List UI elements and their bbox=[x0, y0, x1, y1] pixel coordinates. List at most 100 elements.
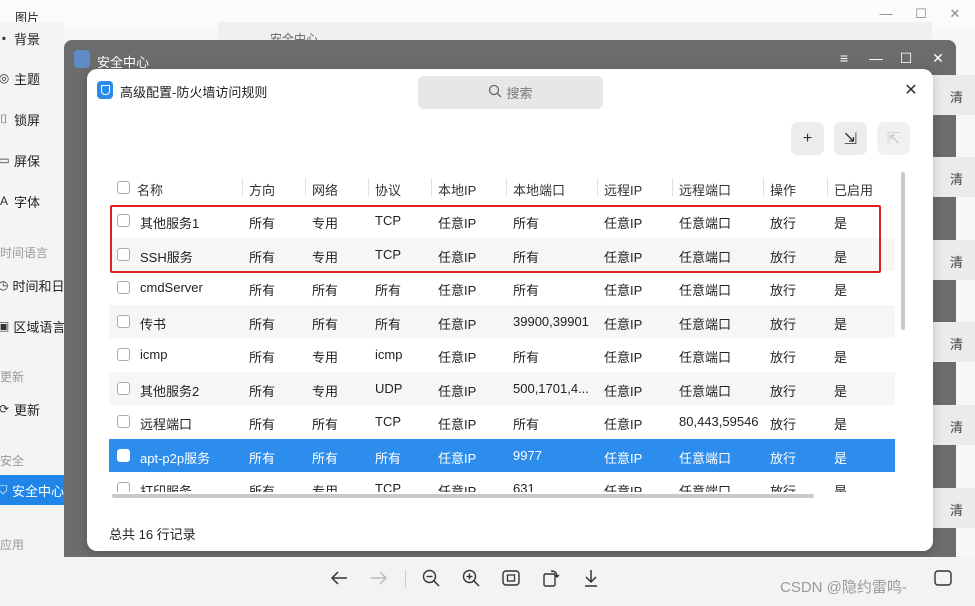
sidebar-item-theme[interactable]: ◎ 主题 bbox=[0, 63, 64, 93]
cell-direction: 所有 bbox=[249, 484, 276, 492]
bg-row-strip: 清 bbox=[932, 488, 975, 528]
table-row[interactable]: 打印服务 所有 专用 TCP 任意IP 631 任意IP 任意端口 放行 是 bbox=[109, 472, 895, 492]
update-icon: ⟳ bbox=[0, 402, 10, 416]
row-checkbox[interactable] bbox=[117, 314, 130, 328]
import-button[interactable]: ⇲ bbox=[834, 122, 867, 155]
close-icon[interactable]: ✕ bbox=[930, 50, 946, 66]
cell-remote-ip: 任意IP bbox=[604, 350, 643, 365]
table-row[interactable]: apt-p2p服务 所有 所有 所有 任意IP 9977 任意IP 任意端口 放行 是 bbox=[109, 438, 895, 472]
cell-network: 所有 bbox=[312, 417, 339, 432]
cell-remote-ip: 任意IP bbox=[604, 316, 643, 332]
row-checkbox[interactable] bbox=[117, 381, 130, 395]
cell-remote-port: 80,443,59546 bbox=[679, 414, 759, 429]
table-row[interactable]: 远程端口 所有 所有 TCP 任意IP 所有 任意IP 80,443,59546 放行 是 bbox=[109, 405, 895, 438]
minimize-icon[interactable]: — bbox=[868, 50, 884, 66]
column-header[interactable]: 本地IP bbox=[438, 180, 476, 199]
cell-protocol: icmp bbox=[375, 347, 403, 362]
vertical-scrollbar[interactable] bbox=[901, 172, 905, 330]
row-checkbox[interactable] bbox=[117, 448, 130, 462]
column-header[interactable]: 远程IP bbox=[604, 180, 642, 199]
row-checkbox[interactable] bbox=[117, 482, 130, 492]
column-divider bbox=[242, 178, 243, 196]
search-input[interactable]: 搜索 bbox=[418, 76, 603, 109]
column-header[interactable]: 方向 bbox=[249, 180, 275, 199]
add-rule-button[interactable]: + bbox=[791, 122, 824, 155]
cell-action: 放行 bbox=[770, 484, 797, 492]
cell-remote-ip: 任意IP bbox=[604, 484, 643, 492]
cell-enabled: 是 bbox=[834, 383, 848, 399]
cell-remote-port: 任意端口 bbox=[679, 484, 732, 492]
background-icon: ▪ bbox=[1, 31, 7, 45]
cell-network: 专用 bbox=[312, 484, 339, 492]
plus-icon: + bbox=[802, 129, 813, 147]
cell-name: cmdServer bbox=[140, 280, 203, 295]
fullscreen-icon[interactable] bbox=[930, 565, 956, 591]
cell-protocol: UDP bbox=[375, 380, 403, 396]
download-icon[interactable] bbox=[578, 565, 604, 591]
toolbar-divider bbox=[405, 570, 406, 588]
cell-local-port: 39900,39901 bbox=[513, 313, 589, 329]
column-header[interactable]: 已启用 bbox=[834, 180, 873, 199]
close-icon[interactable]: ✕ bbox=[944, 4, 966, 24]
cell-protocol: 所有 bbox=[375, 316, 402, 332]
previous-icon[interactable] bbox=[326, 565, 352, 591]
cell-local-port: 9977 bbox=[513, 447, 542, 463]
column-header[interactable]: 网络 bbox=[312, 180, 338, 199]
cell-remote-ip: 任意IP bbox=[604, 283, 643, 298]
menu-icon[interactable]: ≡ bbox=[836, 50, 852, 66]
table-row[interactable]: 其他服务2 所有 专用 UDP 任意IP 500,1701,4... 任意IP 任意端口 放行 是 bbox=[109, 371, 895, 405]
table-row[interactable]: cmdServer 所有 所有 所有 任意IP 所有 任意IP 任意端口 放行 是 bbox=[109, 271, 895, 304]
sidebar-item-background[interactable]: ▪ 背景 bbox=[0, 23, 64, 53]
cell-local-port: 所有 bbox=[513, 417, 540, 432]
watermark: CSDN @隐约雷鸣- bbox=[780, 579, 907, 596]
rotate-icon[interactable] bbox=[538, 565, 564, 591]
row-checkbox[interactable] bbox=[117, 281, 130, 294]
row-checkbox[interactable] bbox=[117, 415, 130, 428]
minimize-icon[interactable]: — bbox=[875, 4, 897, 24]
column-header[interactable]: 远程端口 bbox=[679, 180, 731, 199]
table-row[interactable]: 传书 所有 所有 所有 任意IP 39900,39901 任意IP 任意端口 放行 是 bbox=[109, 304, 895, 338]
sidebar-item-font[interactable]: A 字体 bbox=[0, 186, 64, 216]
cell-network: 所有 bbox=[312, 450, 339, 466]
select-all-checkbox[interactable] bbox=[117, 181, 130, 194]
cell-enabled: 是 bbox=[834, 350, 848, 365]
shield-icon: ⛉ bbox=[0, 482, 8, 497]
export-button[interactable]: ⇱ bbox=[877, 122, 910, 155]
column-divider bbox=[506, 178, 507, 196]
column-header[interactable]: 操作 bbox=[770, 180, 796, 199]
cell-remote-port: 任意端口 bbox=[679, 283, 732, 298]
next-icon[interactable] bbox=[366, 565, 392, 591]
column-header[interactable]: 协议 bbox=[375, 180, 401, 199]
horizontal-scrollbar[interactable] bbox=[112, 494, 814, 498]
security-center-logo-icon bbox=[97, 81, 113, 99]
row-checkbox[interactable] bbox=[117, 348, 130, 361]
close-icon[interactable]: ✕ bbox=[901, 81, 921, 101]
cell-name: apt-p2p服务 bbox=[140, 450, 211, 466]
sidebar-item-update[interactable]: ⟳ 更新 bbox=[0, 394, 64, 424]
zoom-out-icon[interactable] bbox=[418, 565, 444, 591]
cell-remote-ip: 任意IP bbox=[604, 450, 643, 466]
sidebar-item-region[interactable]: ▣ 区域语言 bbox=[0, 311, 64, 341]
maximize-icon[interactable]: ☐ bbox=[910, 4, 932, 24]
cell-action: 放行 bbox=[770, 350, 797, 365]
column-header[interactable]: 本地端口 bbox=[513, 180, 565, 199]
sidebar-item-screensaver[interactable]: ▭ 屏保 bbox=[0, 145, 64, 175]
column-header[interactable]: 名称 bbox=[137, 180, 163, 199]
sidebar-item-lock[interactable]: ⌷ 锁屏 bbox=[0, 104, 64, 134]
cell-name: 打印服务 bbox=[140, 484, 193, 492]
cell-network: 专用 bbox=[312, 350, 339, 365]
maximize-icon[interactable]: ☐ bbox=[898, 50, 914, 66]
table-header: 名称 方向 网络 协议 本地IP 本地端口 远程IP 远程端口 操作 已启用 bbox=[109, 172, 895, 202]
sidebar-item-security-center[interactable]: ⛉ 安全中心 bbox=[0, 475, 64, 505]
sidebar-item-time[interactable]: ◷ 时间和日 bbox=[0, 270, 64, 300]
column-divider bbox=[827, 178, 828, 196]
table-row[interactable]: icmp 所有 专用 icmp 任意IP 所有 任意IP 任意端口 放行 是 bbox=[109, 338, 895, 371]
cell-action: 放行 bbox=[770, 383, 797, 399]
import-icon: ⇲ bbox=[843, 130, 858, 148]
cell-direction: 所有 bbox=[249, 350, 276, 365]
column-divider bbox=[763, 178, 764, 196]
screensaver-icon: ▭ bbox=[0, 153, 10, 167]
security-center-logo-icon bbox=[74, 50, 90, 68]
zoom-in-icon[interactable] bbox=[458, 565, 484, 591]
fit-window-icon[interactable] bbox=[498, 565, 524, 591]
